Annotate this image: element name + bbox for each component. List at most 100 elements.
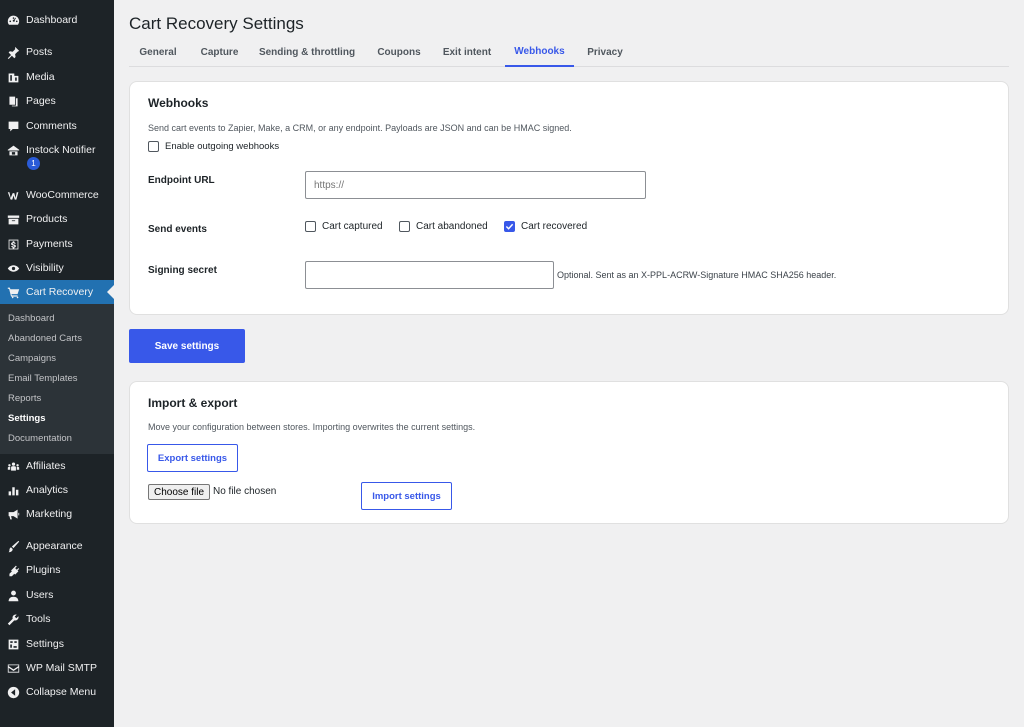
menu-settings[interactable]: Settings bbox=[0, 632, 114, 656]
checkmark-icon bbox=[505, 223, 514, 230]
submenu-email-templates[interactable]: Email Templates bbox=[8, 373, 78, 384]
menu-tools[interactable]: Tools bbox=[0, 607, 114, 631]
chart-icon bbox=[6, 483, 20, 497]
tab-coupons[interactable]: Coupons bbox=[369, 38, 429, 67]
archive-icon bbox=[6, 212, 20, 226]
mail-icon bbox=[6, 661, 20, 675]
collapse-icon bbox=[6, 685, 20, 699]
admin-sidebar: Dashboard Posts Media Pages Comments Ins… bbox=[0, 0, 114, 727]
save-settings-button[interactable]: Save settings bbox=[129, 329, 245, 363]
import-export-title: Import & export bbox=[148, 396, 238, 410]
tab-sending-throttling[interactable]: Sending & throttling bbox=[257, 38, 357, 67]
eye-icon bbox=[6, 261, 20, 275]
menu-products[interactable]: Products bbox=[0, 207, 114, 231]
webhooks-card: Webhooks Send cart events to Zapier, Mak… bbox=[129, 81, 1009, 315]
menu-label: Dashboard bbox=[26, 14, 78, 26]
menu-plugins[interactable]: Plugins bbox=[0, 558, 114, 582]
checkbox-checked[interactable] bbox=[504, 221, 515, 232]
endpoint-url-input[interactable] bbox=[305, 171, 646, 199]
settings-icon bbox=[6, 637, 20, 651]
pages-icon bbox=[6, 94, 20, 108]
menu-affiliates[interactable]: Affiliates bbox=[0, 454, 114, 478]
event-cart-captured[interactable]: Cart captured bbox=[305, 221, 383, 232]
signing-secret-hint: Optional. Sent as an X-PPL-ACRW-Signatur… bbox=[557, 270, 837, 280]
tab-webhooks[interactable]: Webhooks bbox=[505, 38, 574, 67]
submenu-abandoned-carts[interactable]: Abandoned Carts bbox=[8, 333, 82, 344]
menu-cart-recovery[interactable]: Cart Recovery bbox=[0, 280, 114, 304]
event-label: Cart recovered bbox=[521, 221, 588, 232]
webhooks-title: Webhooks bbox=[148, 96, 209, 110]
woo-icon bbox=[6, 188, 20, 202]
menu-woocommerce[interactable]: WooCommerce bbox=[0, 183, 114, 207]
signing-secret-label: Signing secret bbox=[148, 265, 217, 276]
menu-label: Cart Recovery bbox=[26, 286, 94, 298]
menu-label: Visibility bbox=[26, 262, 64, 274]
menu-label: Plugins bbox=[26, 564, 61, 576]
menu-label: Tools bbox=[26, 613, 51, 625]
dashboard-icon bbox=[6, 13, 20, 27]
import-export-description: Move your configuration between stores. … bbox=[148, 422, 476, 432]
menu-label: Instock Notifier bbox=[26, 144, 96, 156]
menu-payments[interactable]: Payments bbox=[0, 232, 114, 256]
media-icon bbox=[6, 70, 20, 84]
import-export-card: Import & export Move your configuration … bbox=[129, 381, 1009, 524]
plug-icon bbox=[6, 563, 20, 577]
checkbox-box[interactable] bbox=[399, 221, 410, 232]
menu-comments[interactable]: Comments bbox=[0, 114, 114, 138]
menu-label: Media bbox=[26, 71, 55, 83]
menu-collapse[interactable]: Collapse Menu bbox=[0, 680, 114, 704]
event-cart-abandoned[interactable]: Cart abandoned bbox=[399, 221, 488, 232]
menu-visibility[interactable]: Visibility bbox=[0, 256, 114, 280]
settings-tabs: General Capture Sending & throttling Cou… bbox=[129, 38, 1009, 67]
menu-marketing[interactable]: Marketing bbox=[0, 502, 114, 526]
import-settings-button[interactable]: Import settings bbox=[361, 482, 452, 510]
menu-label: Settings bbox=[26, 638, 64, 650]
tab-general[interactable]: General bbox=[129, 38, 187, 67]
tab-exit-intent[interactable]: Exit intent bbox=[435, 38, 499, 67]
submenu-campaigns[interactable]: Campaigns bbox=[8, 353, 56, 364]
submenu-dashboard[interactable]: Dashboard bbox=[8, 313, 54, 324]
menu-label: Pages bbox=[26, 95, 56, 107]
groups-icon bbox=[6, 459, 20, 473]
export-settings-button[interactable]: Export settings bbox=[147, 444, 238, 472]
menu-label: Payments bbox=[26, 238, 73, 250]
endpoint-url-label: Endpoint URL bbox=[148, 175, 215, 186]
event-cart-recovered[interactable]: Cart recovered bbox=[504, 221, 587, 232]
notification-badge: 1 bbox=[27, 157, 40, 170]
menu-label: WooCommerce bbox=[26, 189, 99, 201]
menu-posts[interactable]: Posts bbox=[0, 40, 114, 64]
send-events-label: Send events bbox=[148, 224, 207, 235]
menu-pages[interactable]: Pages bbox=[0, 89, 114, 113]
brush-icon bbox=[6, 539, 20, 553]
menu-label: Posts bbox=[26, 46, 53, 58]
menu-label: Users bbox=[26, 589, 54, 601]
menu-dashboard[interactable]: Dashboard bbox=[0, 8, 114, 32]
choose-file-button[interactable]: Choose file bbox=[148, 484, 211, 500]
event-label: Cart captured bbox=[322, 221, 383, 232]
checkbox-box[interactable] bbox=[305, 221, 316, 232]
menu-analytics[interactable]: Analytics bbox=[0, 478, 114, 502]
menu-media[interactable]: Media bbox=[0, 65, 114, 89]
event-label: Cart abandoned bbox=[416, 221, 488, 232]
submenu-reports[interactable]: Reports bbox=[8, 393, 41, 404]
menu-label: Appearance bbox=[26, 540, 83, 552]
webhooks-description: Send cart events to Zapier, Make, a CRM,… bbox=[148, 123, 572, 133]
enable-webhooks-label: Enable outgoing webhooks bbox=[165, 141, 280, 152]
checkbox-box[interactable] bbox=[148, 141, 159, 152]
menu-label: Collapse Menu bbox=[26, 686, 97, 698]
comment-icon bbox=[6, 119, 20, 133]
menu-label: Affiliates bbox=[26, 460, 66, 472]
enable-webhooks-checkbox[interactable]: Enable outgoing webhooks bbox=[148, 141, 279, 152]
submenu-documentation[interactable]: Documentation bbox=[8, 433, 72, 444]
tab-capture[interactable]: Capture bbox=[192, 38, 247, 67]
menu-wp-mail-smtp[interactable]: WP Mail SMTP bbox=[0, 656, 114, 680]
cart-recovery-submenu: Dashboard Abandoned Carts Campaigns Emai… bbox=[0, 304, 114, 454]
menu-users[interactable]: Users bbox=[0, 583, 114, 607]
menu-instock-notifier[interactable]: Instock Notifier bbox=[0, 138, 114, 162]
tab-privacy[interactable]: Privacy bbox=[580, 38, 630, 67]
menu-label: Analytics bbox=[26, 484, 69, 496]
menu-label: Marketing bbox=[26, 508, 73, 520]
submenu-settings[interactable]: Settings bbox=[8, 413, 45, 424]
menu-appearance[interactable]: Appearance bbox=[0, 534, 114, 558]
signing-secret-input[interactable] bbox=[305, 261, 554, 289]
